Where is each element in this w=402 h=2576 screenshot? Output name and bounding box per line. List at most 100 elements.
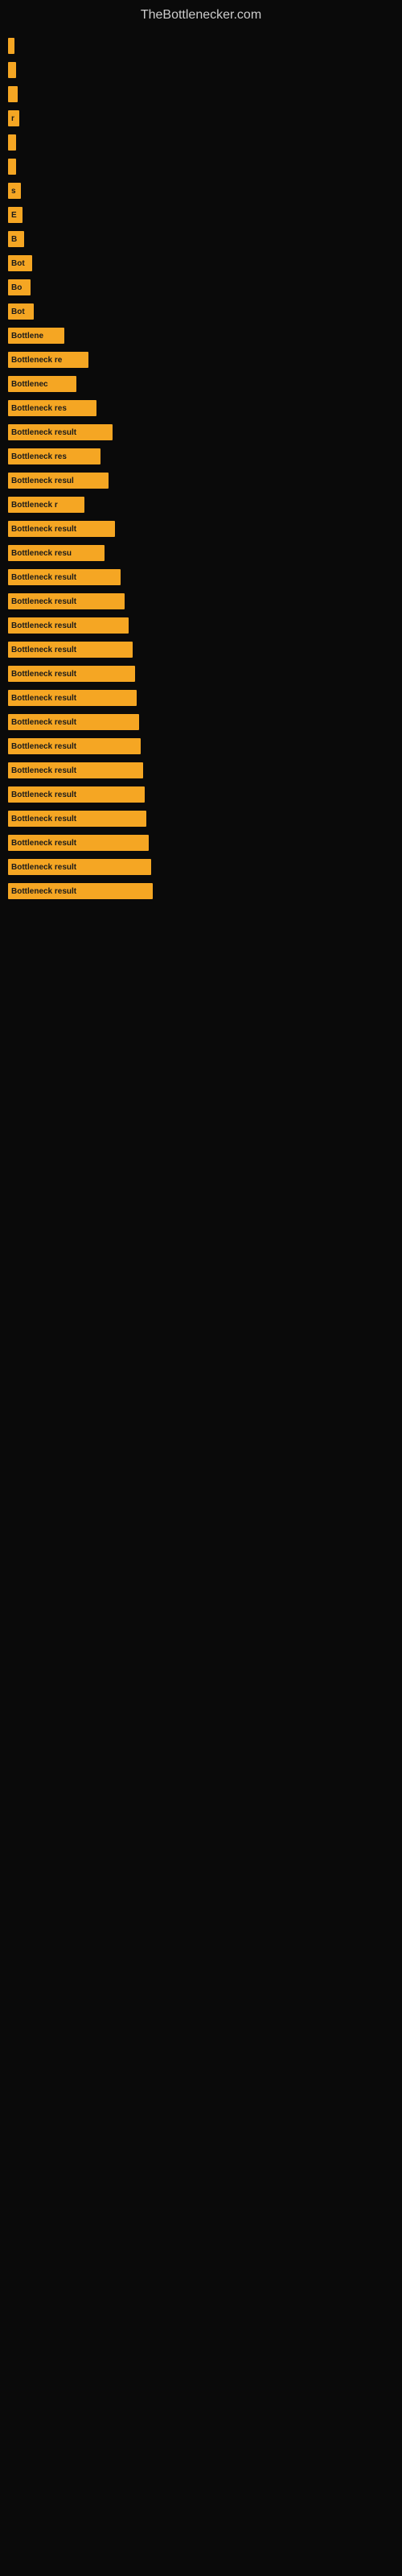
bar-row: Bottleneck result xyxy=(8,687,394,709)
bar-row: Bottleneck resu xyxy=(8,542,394,564)
bar xyxy=(8,134,16,151)
bar-row: E xyxy=(8,204,394,226)
bar-label: r xyxy=(11,114,14,123)
bar-row: Bot xyxy=(8,252,394,275)
bar-label: Bottleneck result xyxy=(11,742,76,751)
bar-label: Bottleneck result xyxy=(11,428,76,437)
bar-row: Bottleneck result xyxy=(8,590,394,613)
bar: Bottleneck re xyxy=(8,352,88,368)
bar-row xyxy=(8,155,394,178)
bar-row: Bottleneck result xyxy=(8,614,394,637)
bar: Bottleneck result xyxy=(8,642,133,658)
bar: Bottleneck result xyxy=(8,521,115,537)
bar: Bot xyxy=(8,303,34,320)
bar-label: Bottleneck r xyxy=(11,501,58,510)
bar: Bottleneck result xyxy=(8,883,153,899)
bar-label: Bottleneck result xyxy=(11,839,76,848)
bar-row: Bottleneck result xyxy=(8,832,394,854)
site-title: TheBottlenecker.com xyxy=(0,0,402,27)
bar-label: Bottleneck res xyxy=(11,404,67,413)
bar-row: Bottleneck result xyxy=(8,783,394,806)
bar: Bottleneck resu xyxy=(8,545,105,561)
bars-container: r s E B Bot Bo Bot Bottlene Bottleneck re Bottlen… xyxy=(0,27,402,912)
bar-label: Bottleneck result xyxy=(11,694,76,703)
bar-label: Bottleneck result xyxy=(11,815,76,824)
bar-label: Bot xyxy=(11,308,25,316)
bar-row: Bottleneck result xyxy=(8,518,394,540)
bar: Bot xyxy=(8,255,32,271)
bar xyxy=(8,62,16,78)
bar: Bottleneck result xyxy=(8,617,129,634)
bar: Bottleneck res xyxy=(8,400,96,416)
bar: Bottleneck result xyxy=(8,738,141,754)
bar: r xyxy=(8,110,19,126)
bar-label: Bottlenec xyxy=(11,380,48,389)
bar-row xyxy=(8,59,394,81)
bar-label: Bottleneck re xyxy=(11,356,62,365)
bar: s xyxy=(8,183,21,199)
bar-label: Bo xyxy=(11,283,22,292)
bar xyxy=(8,38,14,54)
bar-label: Bottleneck result xyxy=(11,646,76,654)
bar-row: Bottleneck result xyxy=(8,856,394,878)
bar-label: Bottleneck result xyxy=(11,525,76,534)
bar-row: Bottleneck resul xyxy=(8,469,394,492)
bar: B xyxy=(8,231,24,247)
bar-row: Bottleneck result xyxy=(8,421,394,444)
bar-label: B xyxy=(11,235,17,244)
bar-row: Bo xyxy=(8,276,394,299)
bar-row: Bottlene xyxy=(8,324,394,347)
bar-row: Bottleneck result xyxy=(8,880,394,902)
bar-row: r xyxy=(8,107,394,130)
bar-label: Bottleneck result xyxy=(11,791,76,799)
bar-row: B xyxy=(8,228,394,250)
bar: Bottleneck result xyxy=(8,762,143,778)
bar-row: Bottleneck re xyxy=(8,349,394,371)
bar: Bottleneck result xyxy=(8,690,137,706)
bar: Bottleneck result xyxy=(8,424,113,440)
bar xyxy=(8,159,16,175)
bar-label: s xyxy=(11,187,16,196)
bar-label: Bottleneck result xyxy=(11,597,76,606)
bar: Bottleneck r xyxy=(8,497,84,513)
bar-row: Bottleneck result xyxy=(8,663,394,685)
bar: Bo xyxy=(8,279,31,295)
bar-row xyxy=(8,83,394,105)
bar-label: Bottleneck result xyxy=(11,766,76,775)
bar: Bottlenec xyxy=(8,376,76,392)
bar: Bottlene xyxy=(8,328,64,344)
bar: Bottleneck result xyxy=(8,569,121,585)
bar-row: Bottleneck result xyxy=(8,638,394,661)
bar-label: Bottleneck resu xyxy=(11,549,72,558)
bar: Bottleneck result xyxy=(8,714,139,730)
bar: Bottleneck result xyxy=(8,666,135,682)
bar: E xyxy=(8,207,23,223)
bar-row: Bottleneck result xyxy=(8,759,394,782)
bar-row: Bot xyxy=(8,300,394,323)
bar: Bottleneck result xyxy=(8,835,149,851)
bar-label: Bottleneck resul xyxy=(11,477,74,485)
bar-label: Bottleneck result xyxy=(11,887,76,896)
bar: Bottleneck result xyxy=(8,786,145,803)
bar: Bottleneck result xyxy=(8,593,125,609)
bar-label: Bottleneck result xyxy=(11,863,76,872)
bar-row: Bottlenec xyxy=(8,373,394,395)
bar-label: E xyxy=(11,211,17,220)
bar-row: Bottleneck result xyxy=(8,807,394,830)
bar: Bottleneck resul xyxy=(8,473,109,489)
bar: Bottleneck result xyxy=(8,811,146,827)
bar-label: Bottleneck res xyxy=(11,452,67,461)
bar-label: Bottleneck result xyxy=(11,573,76,582)
bar-label: Bottlene xyxy=(11,332,43,341)
bar-row: Bottleneck r xyxy=(8,493,394,516)
bar-row xyxy=(8,35,394,57)
bar-row: Bottleneck result xyxy=(8,711,394,733)
bar-row: Bottleneck result xyxy=(8,566,394,588)
bar xyxy=(8,86,18,102)
bar-row: Bottleneck res xyxy=(8,445,394,468)
bar: Bottleneck res xyxy=(8,448,100,464)
bar-label: Bottleneck result xyxy=(11,621,76,630)
bar-row: Bottleneck result xyxy=(8,735,394,758)
bar-row: s xyxy=(8,180,394,202)
bar-label: Bottleneck result xyxy=(11,670,76,679)
